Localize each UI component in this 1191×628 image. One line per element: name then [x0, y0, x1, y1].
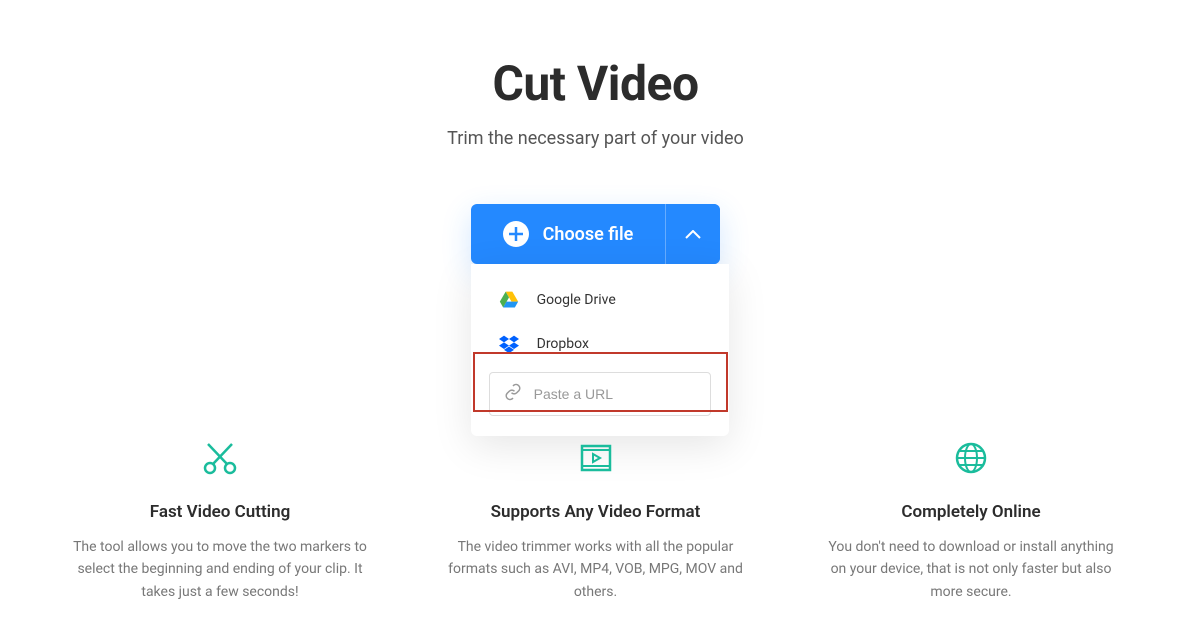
- chevron-toggle[interactable]: [665, 204, 720, 264]
- feature-title: Supports Any Video Format: [446, 502, 746, 522]
- dropbox-option[interactable]: Dropbox: [471, 322, 729, 366]
- url-input-box[interactable]: [489, 372, 711, 416]
- upload-dropdown: Google Drive Dropbox: [471, 264, 729, 436]
- dropbox-label: Dropbox: [537, 336, 589, 352]
- feature-fast-cutting: Fast Video Cutting The tool allows you t…: [70, 440, 370, 603]
- feature-title: Completely Online: [821, 502, 1121, 522]
- scissors-icon: [70, 440, 370, 476]
- page-subtitle: Trim the necessary part of your video: [0, 128, 1191, 149]
- url-input[interactable]: [534, 386, 715, 402]
- feature-video-format: Supports Any Video Format The video trim…: [446, 440, 746, 603]
- feature-title: Fast Video Cutting: [70, 502, 370, 522]
- feature-desc: The video trimmer works with all the pop…: [446, 536, 746, 603]
- choose-file-button-group: Choose file: [471, 204, 721, 264]
- plus-icon: [503, 221, 529, 247]
- link-icon: [504, 383, 522, 405]
- chevron-up-icon: [685, 225, 701, 244]
- google-drive-label: Google Drive: [537, 292, 616, 308]
- page-title: Cut Video: [0, 55, 1191, 112]
- globe-icon: [821, 440, 1121, 476]
- choose-file-label: Choose file: [543, 224, 634, 245]
- video-format-icon: [446, 440, 746, 476]
- choose-file-button[interactable]: Choose file: [471, 204, 666, 264]
- feature-online: Completely Online You don't need to down…: [821, 440, 1121, 603]
- feature-desc: The tool allows you to move the two mark…: [70, 536, 370, 603]
- google-drive-option[interactable]: Google Drive: [471, 278, 729, 322]
- google-drive-icon: [499, 290, 519, 310]
- dropbox-icon: [499, 334, 519, 354]
- feature-desc: You don't need to download or install an…: [821, 536, 1121, 603]
